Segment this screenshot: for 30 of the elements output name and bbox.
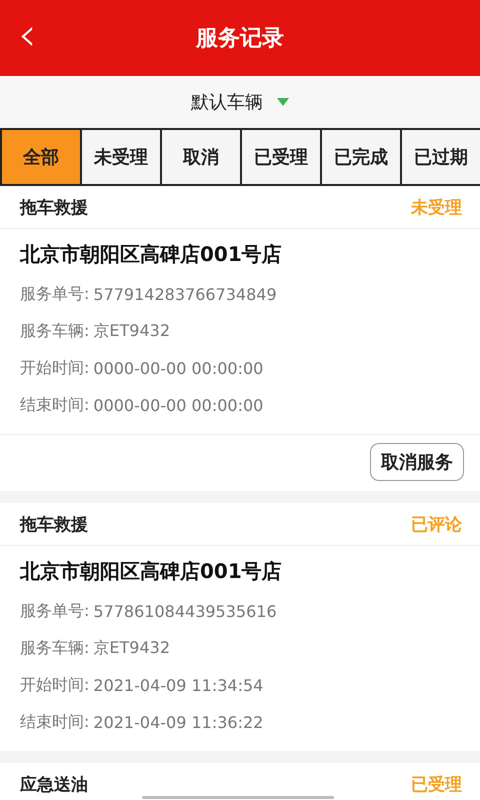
field-value: 2021-04-09 11:34:54: [93, 676, 264, 695]
field-value: 577861084439535616: [93, 602, 277, 621]
field-value: 京ET9432: [93, 321, 170, 342]
field-value: 京ET9432: [93, 638, 170, 659]
field-label: 开始时间:: [20, 675, 90, 696]
field-label: 服务单号:: [20, 284, 90, 305]
service-status: 已受理: [411, 774, 462, 796]
field-value: 0000-00-00 00:00:00: [93, 396, 264, 415]
filter-tab[interactable]: 全部: [0, 130, 80, 184]
cancel-service-button[interactable]: 取消服务: [370, 443, 464, 481]
field-value: 0000-00-00 00:00:00: [93, 359, 264, 378]
field-value: 2021-04-09 11:36:22: [93, 713, 264, 732]
field-label: 结束时间:: [20, 712, 90, 733]
service-type: 应急送油: [20, 774, 88, 796]
back-button[interactable]: ‹: [12, 14, 42, 54]
service-address: 北京市朝阳区高碑店001号店: [20, 241, 283, 268]
field-label: 服务车辆:: [20, 321, 90, 342]
field-label: 结束时间:: [20, 395, 90, 416]
service-status: 未受理: [411, 196, 462, 218]
service-address: 北京市朝阳区高碑店001号店: [20, 558, 283, 585]
service-type: 拖车救援: [20, 514, 88, 536]
page-title: 服务记录: [196, 25, 284, 53]
service-type: 拖车救援: [20, 196, 88, 218]
dropdown-triangle-icon: [277, 98, 289, 106]
vehicle-dropdown[interactable]: 默认车辆: [187, 86, 293, 118]
service-status: 已评论: [411, 514, 462, 536]
field-label: 开始时间:: [20, 358, 90, 379]
field-label: 服务车辆:: [20, 638, 90, 659]
field-label: 服务单号:: [20, 601, 90, 622]
field-value: 577914283766734849: [93, 285, 277, 304]
